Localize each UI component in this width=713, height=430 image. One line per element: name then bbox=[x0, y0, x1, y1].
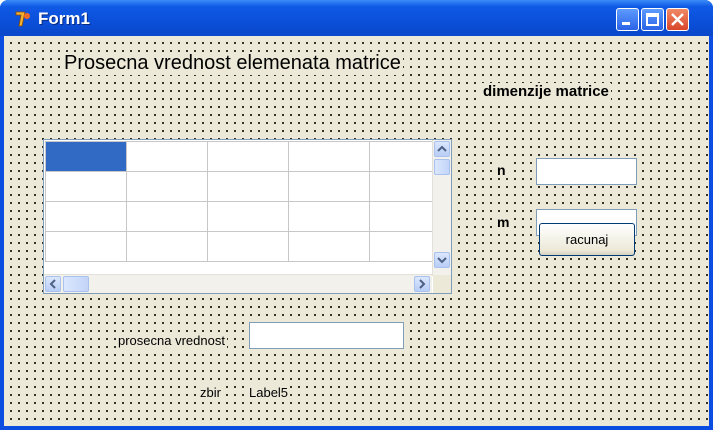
vertical-scroll-thumb[interactable] bbox=[434, 159, 450, 175]
grid-row bbox=[45, 231, 451, 262]
m-label: m bbox=[495, 214, 512, 230]
horizontal-scroll-thumb[interactable] bbox=[63, 276, 89, 292]
scroll-right-button[interactable] bbox=[414, 276, 430, 292]
grid-cell[interactable] bbox=[45, 171, 127, 202]
maximize-icon bbox=[646, 13, 659, 26]
grid-cell[interactable] bbox=[126, 231, 208, 262]
scroll-down-button[interactable] bbox=[434, 252, 450, 268]
minimize-button[interactable] bbox=[616, 8, 639, 31]
chevron-up-icon bbox=[437, 145, 447, 152]
average-input[interactable] bbox=[250, 323, 403, 348]
grid-cell[interactable] bbox=[207, 141, 289, 172]
grid-cell[interactable] bbox=[288, 141, 370, 172]
grid-cell[interactable] bbox=[45, 201, 127, 232]
average-label: prosecna vrednost bbox=[116, 333, 227, 348]
grid-row bbox=[45, 171, 451, 202]
grid-cell[interactable] bbox=[45, 231, 127, 262]
close-button[interactable] bbox=[666, 8, 689, 31]
chevron-down-icon bbox=[437, 257, 447, 264]
title-bar[interactable]: Form1 bbox=[0, 0, 713, 36]
horizontal-scrollbar[interactable] bbox=[44, 274, 432, 293]
maximize-button[interactable] bbox=[641, 8, 664, 31]
matrix-cells bbox=[45, 141, 451, 262]
grid-cell[interactable] bbox=[126, 201, 208, 232]
minimize-icon bbox=[622, 22, 630, 25]
compute-button[interactable]: racunaj bbox=[539, 223, 635, 256]
chevron-left-icon bbox=[49, 279, 56, 289]
dimensions-label: dimenzije matrice bbox=[481, 83, 611, 100]
delphi-app-icon bbox=[15, 11, 30, 27]
scroll-left-button[interactable] bbox=[45, 276, 61, 292]
matrix-grid[interactable] bbox=[43, 139, 452, 294]
n-field[interactable] bbox=[536, 158, 637, 185]
average-field[interactable] bbox=[249, 322, 404, 349]
sum-label: zbir bbox=[198, 385, 223, 400]
grid-cell[interactable] bbox=[288, 171, 370, 202]
grid-cell[interactable] bbox=[45, 141, 127, 172]
vertical-scrollbar[interactable] bbox=[432, 140, 451, 276]
n-input[interactable] bbox=[537, 159, 636, 184]
grid-cell[interactable] bbox=[207, 201, 289, 232]
grid-row bbox=[45, 201, 451, 232]
sum-value: Label5 bbox=[247, 385, 291, 400]
grid-cell[interactable] bbox=[207, 231, 289, 262]
grid-cell[interactable] bbox=[126, 171, 208, 202]
grid-cell[interactable] bbox=[126, 141, 208, 172]
form-heading: Prosecna vrednost elemenata matrice bbox=[62, 52, 403, 75]
chevron-right-icon bbox=[419, 279, 426, 289]
window-title: Form1 bbox=[38, 9, 90, 28]
grid-cell[interactable] bbox=[207, 171, 289, 202]
scroll-up-button[interactable] bbox=[434, 141, 450, 157]
grid-row bbox=[45, 141, 451, 172]
application-window: Form1 Prosecna vrednost elemenata matric… bbox=[0, 0, 713, 430]
grid-cell[interactable] bbox=[288, 201, 370, 232]
close-icon bbox=[671, 13, 684, 26]
grid-cell[interactable] bbox=[288, 231, 370, 262]
n-label: n bbox=[495, 162, 508, 178]
scrollbar-corner bbox=[433, 275, 451, 293]
